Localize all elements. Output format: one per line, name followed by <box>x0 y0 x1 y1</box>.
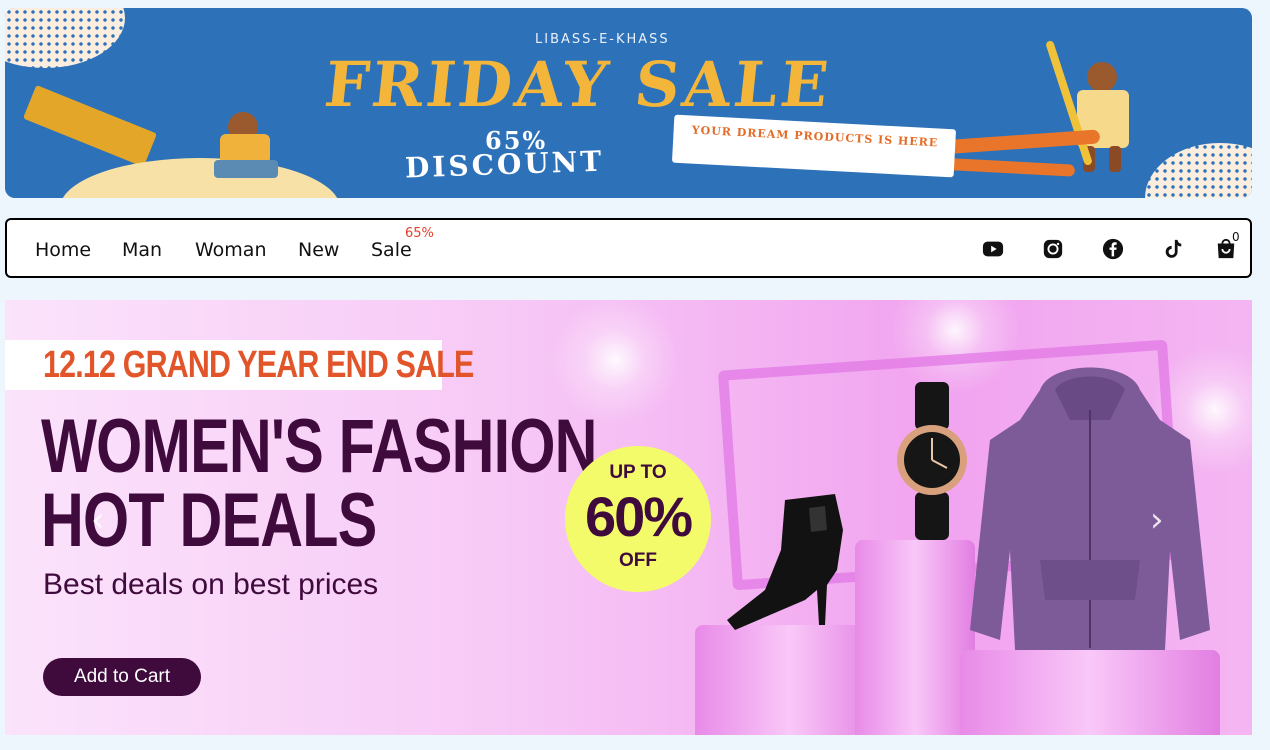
hero-headline: WOMEN'S FASHION HOT DEALS <box>41 404 597 563</box>
main-navbar: Home Man Woman New Sale 65% 0 <box>5 218 1252 278</box>
ruler-illustration <box>22 84 158 168</box>
facebook-icon[interactable] <box>1102 238 1124 260</box>
dotted-blob-decoration <box>1145 143 1252 198</box>
brand-name: LIBASS-E-KHASS <box>535 32 670 47</box>
pedestal <box>960 650 1220 735</box>
carousel-next-arrow-icon[interactable]: › <box>1150 500 1164 540</box>
carousel-prev-arrow-icon[interactable]: ‹ <box>91 500 105 540</box>
promo-percent-text: 60% <box>584 485 693 548</box>
desk-illustration <box>60 158 340 198</box>
purple-hoodie-product[interactable] <box>960 360 1220 660</box>
friday-sale-banner[interactable]: LIBASS-E-KHASS FRIDAY SALE 65% DISCOUNT … <box>5 8 1252 198</box>
grand-sale-label: 12.12 GRAND YEAR END SALE <box>43 344 474 386</box>
add-to-cart-button[interactable]: Add to Cart <box>43 658 201 696</box>
nav-home-link[interactable]: Home <box>35 239 91 261</box>
nav-man-link[interactable]: Man <box>122 239 162 261</box>
tiktok-icon[interactable] <box>1162 238 1184 260</box>
discount-promo-badge: UP TO 60% OFF <box>565 446 711 592</box>
instagram-icon[interactable] <box>1042 238 1064 260</box>
nav-sale-link[interactable]: Sale <box>371 239 412 261</box>
promo-up-to-text: UP TO <box>609 462 667 483</box>
nav-woman-link[interactable]: Woman <box>195 239 267 261</box>
boy-illustration <box>210 108 290 198</box>
hero-headline-line1: WOMEN'S FASHION <box>41 404 597 489</box>
girl-painter-illustration <box>1045 39 1155 178</box>
cart-count-badge: 0 <box>1232 230 1240 244</box>
youtube-icon[interactable] <box>982 238 1004 260</box>
banner-discount-label: DISCOUNT <box>404 144 605 185</box>
hero-subtitle: Best deals on best prices <box>43 568 379 601</box>
nav-new-link[interactable]: New <box>298 239 339 261</box>
promo-off-text: OFF <box>619 550 657 571</box>
dotted-blob-decoration <box>5 8 125 68</box>
pedestal <box>855 540 975 735</box>
banner-title: FRIDAY SALE <box>321 48 835 121</box>
hero-carousel: 12.12 GRAND YEAR END SALE WOMEN'S FASHIO… <box>5 300 1252 735</box>
sale-discount-badge: 65% <box>405 226 434 241</box>
hero-headline-line2: HOT DEALS <box>41 478 377 563</box>
ankle-boot-product[interactable] <box>725 490 855 630</box>
